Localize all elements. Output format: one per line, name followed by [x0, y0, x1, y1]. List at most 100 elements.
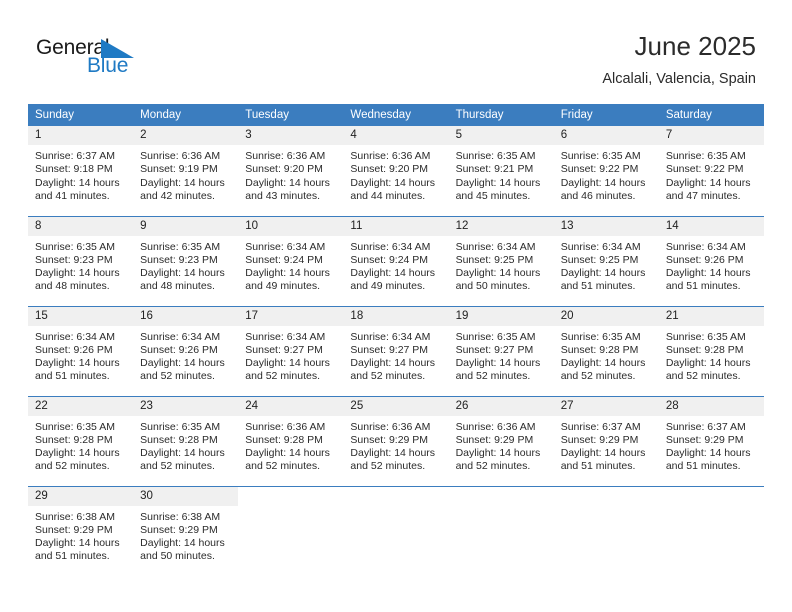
- sunrise-text: Sunrise: 6:34 AM: [245, 240, 326, 253]
- sunset-text: Sunset: 9:24 PM: [245, 253, 323, 266]
- day-sun-info: Sunrise: 6:34 AM Sunset: 9:24 PM Daylight:…: [343, 236, 448, 294]
- day-cell-4[interactable]: 4 Sunrise: 6:36 AM Sunset: 9:20 PM Daylight…: [343, 126, 449, 216]
- daylight-text: Daylight: 14 hours and 52 minutes.: [455, 357, 541, 383]
- day-cell-18[interactable]: 18 Sunrise: 6:34 AM Sunset: 9:27 PM Dayligh…: [343, 305, 449, 396]
- sunrise-text: Sunrise: 6:34 AM: [350, 330, 431, 343]
- sunrise-text: Sunrise: 6:35 AM: [455, 330, 536, 343]
- day-cell-30[interactable]: 30 Sunrise: 6:38 AM Sunset: 9:29 PM Dayligh…: [133, 485, 239, 576]
- day-cell-10[interactable]: 10 Sunrise: 6:34 AM Sunset: 9:24 PM Dayligh…: [238, 215, 344, 306]
- day-cell-8[interactable]: 8 Sunrise: 6:35 AM Sunset: 9:23 PM Daylight…: [28, 215, 134, 306]
- day-number: 29: [28, 486, 134, 506]
- day-number: 30: [133, 486, 239, 506]
- day-cell-21[interactable]: 21 Sunrise: 6:35 AM Sunset: 9:28 PM Dayligh…: [658, 305, 764, 396]
- day-number: 11: [343, 216, 449, 236]
- daylight-text: Daylight: 14 hours and 51 minutes.: [35, 537, 120, 563]
- calendar-body: 1 Sunrise: 6:37 AM Sunset: 9:18 PM Daylight…: [28, 126, 764, 576]
- day-cell-5[interactable]: 5 Sunrise: 6:35 AM Sunset: 9:21 PM Daylight…: [448, 126, 554, 216]
- day-number: [658, 486, 764, 506]
- day-number: 17: [238, 306, 344, 326]
- sunset-text: Sunset: 9:26 PM: [665, 253, 744, 266]
- sunset-text: Sunset: 9:29 PM: [560, 433, 639, 446]
- sunset-text: Sunset: 9:18 PM: [35, 163, 113, 176]
- calendar-container: Sunday Monday Tuesday Wednesday Thursday Frid…: [28, 104, 764, 576]
- day-cell-22[interactable]: 22 Sunrise: 6:35 AM Sunset: 9:28 PM Dayligh…: [28, 395, 134, 486]
- day-cell-26[interactable]: 26 Sunrise: 6:36 AM Sunset: 9:29 PM Dayligh…: [448, 395, 554, 486]
- day-cell-1[interactable]: 1 Sunrise: 6:37 AM Sunset: 9:18 PM Daylight…: [28, 126, 134, 216]
- sunrise-text: Sunrise: 6:35 AM: [35, 240, 115, 253]
- sunset-text: Sunset: 9:29 PM: [350, 433, 429, 446]
- sunset-text: Sunset: 9:26 PM: [35, 343, 113, 356]
- day-sun-info: Sunrise: 6:35 AM Sunset: 9:23 PM Daylight:…: [28, 236, 133, 294]
- sunset-text: Sunset: 9:25 PM: [560, 253, 639, 266]
- day-cell-14[interactable]: 14 Sunrise: 6:34 AM Sunset: 9:26 PM Dayligh…: [658, 215, 764, 306]
- general-blue-logo[interactable]: General Blue: [36, 36, 176, 84]
- day-number: 25: [343, 396, 449, 416]
- day-number: 27: [553, 396, 659, 416]
- day-cell-9[interactable]: 9 Sunrise: 6:35 AM Sunset: 9:23 PM Daylight…: [133, 215, 239, 306]
- sunset-text: Sunset: 9:23 PM: [140, 253, 218, 266]
- sunrise-text: Sunrise: 6:36 AM: [350, 420, 431, 433]
- day-cell-23[interactable]: 23 Sunrise: 6:35 AM Sunset: 9:28 PM Dayligh…: [133, 395, 239, 486]
- day-cell-25[interactable]: 25 Sunrise: 6:36 AM Sunset: 9:29 PM Dayligh…: [343, 395, 449, 486]
- day-sun-info: Sunrise: 6:35 AM Sunset: 9:27 PM Daylight:…: [449, 326, 554, 384]
- day-sun-info: Sunrise: 6:35 AM Sunset: 9:21 PM Daylight:…: [449, 145, 554, 203]
- day-number: 12: [448, 216, 554, 236]
- day-sun-info: Sunrise: 6:34 AM Sunset: 9:26 PM Daylight:…: [659, 236, 764, 294]
- day-cell-20[interactable]: 20 Sunrise: 6:35 AM Sunset: 9:28 PM Dayligh…: [553, 305, 659, 396]
- sunrise-text: Sunrise: 6:36 AM: [245, 420, 326, 433]
- sunset-text: Sunset: 9:29 PM: [140, 523, 218, 536]
- day-cell-16[interactable]: 16 Sunrise: 6:34 AM Sunset: 9:26 PM Dayligh…: [133, 305, 239, 396]
- day-sun-info: Sunrise: 6:36 AM Sunset: 9:29 PM Daylight:…: [343, 416, 448, 474]
- day-sun-info: Sunrise: 6:36 AM Sunset: 9:20 PM Daylight:…: [238, 145, 343, 203]
- sunrise-text: Sunrise: 6:34 AM: [455, 240, 536, 253]
- day-sun-info: Sunrise: 6:36 AM Sunset: 9:29 PM Daylight:…: [449, 416, 554, 474]
- day-sun-info: Sunrise: 6:35 AM Sunset: 9:22 PM Daylight:…: [659, 145, 764, 203]
- day-cell-11[interactable]: 11 Sunrise: 6:34 AM Sunset: 9:24 PM Dayligh…: [343, 215, 449, 306]
- sunrise-text: Sunrise: 6:35 AM: [455, 150, 536, 162]
- daylight-text: Daylight: 14 hours and 52 minutes.: [245, 447, 330, 473]
- day-cell-2[interactable]: 2 Sunrise: 6:36 AM Sunset: 9:19 PM Daylight…: [133, 126, 239, 216]
- daylight-text: Daylight: 14 hours and 45 minutes.: [455, 176, 541, 202]
- sunrise-text: Sunrise: 6:34 AM: [245, 330, 326, 343]
- day-cell-19[interactable]: 19 Sunrise: 6:35 AM Sunset: 9:27 PM Dayligh…: [448, 305, 554, 396]
- sunrise-text: Sunrise: 6:34 AM: [560, 240, 641, 253]
- day-cell-29[interactable]: 29 Sunrise: 6:38 AM Sunset: 9:29 PM Dayligh…: [28, 485, 134, 576]
- day-cell-empty: [238, 485, 344, 576]
- daylight-text: Daylight: 14 hours and 52 minutes.: [35, 447, 120, 473]
- daylight-text: Daylight: 14 hours and 43 minutes.: [245, 176, 330, 202]
- sunset-text: Sunset: 9:20 PM: [245, 163, 323, 176]
- sunrise-text: Sunrise: 6:37 AM: [560, 420, 641, 433]
- sunset-text: Sunset: 9:23 PM: [35, 253, 113, 266]
- day-number: 20: [553, 306, 659, 326]
- day-cell-12[interactable]: 12 Sunrise: 6:34 AM Sunset: 9:25 PM Dayligh…: [448, 215, 554, 306]
- sunset-text: Sunset: 9:29 PM: [455, 433, 534, 446]
- day-number: 24: [238, 396, 344, 416]
- day-sun-info: Sunrise: 6:35 AM Sunset: 9:28 PM Daylight:…: [133, 416, 238, 474]
- day-cell-13[interactable]: 13 Sunrise: 6:34 AM Sunset: 9:25 PM Dayligh…: [553, 215, 659, 306]
- sunrise-text: Sunrise: 6:35 AM: [140, 420, 221, 433]
- daylight-text: Daylight: 14 hours and 48 minutes.: [140, 267, 225, 293]
- day-cell-17[interactable]: 17 Sunrise: 6:34 AM Sunset: 9:27 PM Dayligh…: [238, 305, 344, 396]
- day-cell-27[interactable]: 27 Sunrise: 6:37 AM Sunset: 9:29 PM Dayligh…: [553, 395, 659, 486]
- day-sun-info: Sunrise: 6:36 AM Sunset: 9:20 PM Daylight:…: [343, 145, 448, 203]
- daylight-text: Daylight: 14 hours and 46 minutes.: [560, 176, 646, 202]
- day-number: 5: [448, 126, 554, 145]
- sunrise-text: Sunrise: 6:34 AM: [35, 330, 115, 343]
- day-cell-7[interactable]: 7 Sunrise: 6:35 AM Sunset: 9:22 PM Daylight…: [658, 126, 764, 216]
- day-number: 2: [133, 126, 239, 145]
- sunset-text: Sunset: 9:28 PM: [35, 433, 113, 446]
- day-cell-empty: [658, 485, 764, 576]
- day-sun-info: Sunrise: 6:35 AM Sunset: 9:28 PM Daylight:…: [554, 326, 659, 384]
- sunrise-text: Sunrise: 6:36 AM: [245, 150, 326, 162]
- day-number: 4: [343, 126, 449, 145]
- day-cell-15[interactable]: 15 Sunrise: 6:34 AM Sunset: 9:26 PM Dayligh…: [28, 305, 134, 396]
- sunrise-text: Sunrise: 6:35 AM: [140, 240, 221, 253]
- location-subtitle: Alcalali, Valencia, Spain: [602, 71, 756, 87]
- day-cell-28[interactable]: 28 Sunrise: 6:37 AM Sunset: 9:29 PM Dayligh…: [658, 395, 764, 486]
- daylight-text: Daylight: 14 hours and 47 minutes.: [665, 176, 751, 202]
- daylight-text: Daylight: 14 hours and 50 minutes.: [140, 537, 225, 563]
- day-cell-6[interactable]: 6 Sunrise: 6:35 AM Sunset: 9:22 PM Daylight…: [553, 126, 659, 216]
- day-cell-3[interactable]: 3 Sunrise: 6:36 AM Sunset: 9:20 PM Daylight…: [238, 126, 344, 216]
- day-number: 22: [28, 396, 134, 416]
- day-cell-24[interactable]: 24 Sunrise: 6:36 AM Sunset: 9:28 PM Dayligh…: [238, 395, 344, 486]
